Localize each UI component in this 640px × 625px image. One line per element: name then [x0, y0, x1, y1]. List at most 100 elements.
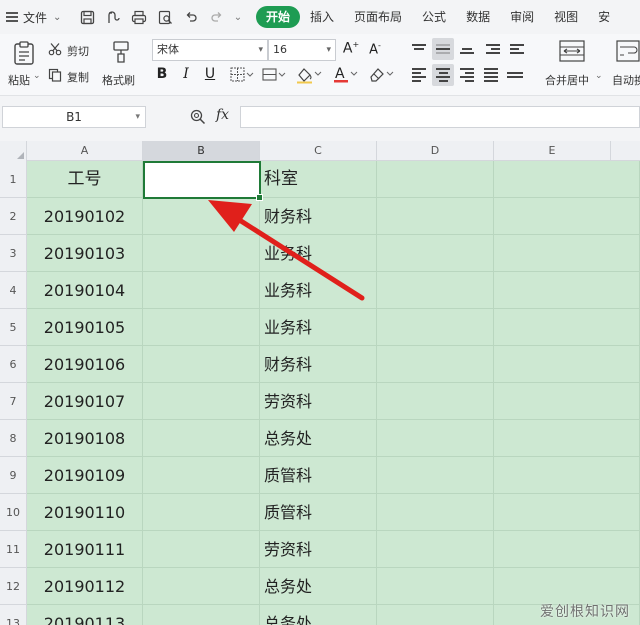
- align-center-icon[interactable]: [432, 64, 454, 86]
- borders-icon[interactable]: [230, 67, 254, 86]
- wrap-text-button[interactable]: 自动换: [610, 38, 640, 92]
- decrease-font-size-icon[interactable]: A-: [365, 41, 385, 57]
- cell-d5[interactable]: [377, 309, 494, 346]
- tab-view[interactable]: 视图: [544, 6, 588, 28]
- cell-c10[interactable]: 质管科: [260, 494, 377, 531]
- cell-d2[interactable]: [377, 198, 494, 235]
- format-painter-button[interactable]: 格式刷: [102, 38, 140, 92]
- insert-function-button[interactable]: fx: [216, 107, 229, 123]
- cell-b6[interactable]: [143, 346, 260, 383]
- row-header[interactable]: 2: [0, 198, 27, 235]
- name-box[interactable]: B1 ▾: [2, 106, 146, 128]
- align-right-icon[interactable]: [456, 64, 478, 86]
- row-header[interactable]: 5: [0, 309, 27, 346]
- cell-a7[interactable]: 20190107: [27, 383, 143, 420]
- formula-input[interactable]: [240, 106, 640, 128]
- cell-a13[interactable]: 20190113: [27, 605, 143, 625]
- font-name-select[interactable]: 宋体 ▾: [152, 39, 268, 61]
- row-header[interactable]: 9: [0, 457, 27, 494]
- cell-d6[interactable]: [377, 346, 494, 383]
- cell-d13[interactable]: [377, 605, 494, 625]
- cell-b9[interactable]: [143, 457, 260, 494]
- cell-e4[interactable]: [494, 272, 640, 309]
- increase-font-size-icon[interactable]: A+: [341, 40, 361, 57]
- column-header-c[interactable]: C: [260, 141, 377, 161]
- cell-b8[interactable]: [143, 420, 260, 457]
- font-color-icon[interactable]: A: [333, 64, 359, 87]
- distributed-align-icon[interactable]: [504, 64, 526, 86]
- copy-button[interactable]: 复制: [48, 66, 98, 86]
- cell-d3[interactable]: [377, 235, 494, 272]
- row-header[interactable]: 10: [0, 494, 27, 531]
- row-header[interactable]: 7: [0, 383, 27, 420]
- cell-d9[interactable]: [377, 457, 494, 494]
- cell-c12[interactable]: 总务处: [260, 568, 377, 605]
- cell-c5[interactable]: 业务科: [260, 309, 377, 346]
- cell-style-icon[interactable]: [262, 67, 286, 86]
- cell-b5[interactable]: [143, 309, 260, 346]
- cell-a3[interactable]: 20190103: [27, 235, 143, 272]
- column-header-a[interactable]: A: [27, 141, 143, 161]
- cell-c7[interactable]: 劳资科: [260, 383, 377, 420]
- cell-a10[interactable]: 20190110: [27, 494, 143, 531]
- italic-icon[interactable]: I: [176, 66, 196, 82]
- cell-a9[interactable]: 20190109: [27, 457, 143, 494]
- cut-button[interactable]: 剪切: [48, 40, 98, 60]
- cell-d11[interactable]: [377, 531, 494, 568]
- cell-e10[interactable]: [494, 494, 640, 531]
- chevron-down-icon[interactable]: ⌄: [232, 6, 244, 28]
- align-middle-icon[interactable]: [432, 38, 454, 60]
- cell-b11[interactable]: [143, 531, 260, 568]
- cell-b13[interactable]: [143, 605, 260, 625]
- tab-security[interactable]: 安: [588, 6, 610, 28]
- cell-a11[interactable]: 20190111: [27, 531, 143, 568]
- outdent-icon[interactable]: [506, 38, 528, 60]
- cell-d10[interactable]: [377, 494, 494, 531]
- select-all-button[interactable]: [0, 141, 27, 161]
- cell-c9[interactable]: 质管科: [260, 457, 377, 494]
- tab-review[interactable]: 审阅: [500, 6, 544, 28]
- cell-c13[interactable]: 总务处: [260, 605, 377, 625]
- row-header[interactable]: 11: [0, 531, 27, 568]
- cell-e9[interactable]: [494, 457, 640, 494]
- clear-format-icon[interactable]: [368, 66, 394, 87]
- align-top-icon[interactable]: [408, 38, 430, 60]
- print-preview-icon[interactable]: [154, 6, 176, 28]
- tab-insert[interactable]: 插入: [300, 6, 344, 28]
- undo-icon[interactable]: [180, 6, 202, 28]
- indent-icon[interactable]: [482, 38, 504, 60]
- merge-center-button[interactable]: 合并居中 ⌄: [545, 38, 605, 92]
- cell-e1[interactable]: [494, 161, 640, 198]
- cell-a5[interactable]: 20190105: [27, 309, 143, 346]
- file-menu[interactable]: 文件 ⌄: [6, 9, 76, 26]
- cell-c6[interactable]: 财务科: [260, 346, 377, 383]
- row-header[interactable]: 3: [0, 235, 27, 272]
- column-header-d[interactable]: D: [377, 141, 494, 161]
- redo-icon[interactable]: [206, 6, 228, 28]
- tab-home[interactable]: 开始: [256, 6, 301, 28]
- column-header-b[interactable]: B: [143, 141, 260, 161]
- cell-a1[interactable]: 工号: [27, 161, 143, 198]
- bold-icon[interactable]: B: [152, 66, 172, 82]
- justify-icon[interactable]: [480, 64, 502, 86]
- underline-icon[interactable]: U: [200, 66, 220, 82]
- cell-e2[interactable]: [494, 198, 640, 235]
- row-header[interactable]: 4: [0, 272, 27, 309]
- fill-color-icon[interactable]: [296, 66, 322, 87]
- tab-formulas[interactable]: 公式: [412, 6, 456, 28]
- cell-d12[interactable]: [377, 568, 494, 605]
- font-size-select[interactable]: 16 ▾: [268, 39, 336, 61]
- row-header[interactable]: 12: [0, 568, 27, 605]
- cell-b10[interactable]: [143, 494, 260, 531]
- cell-e12[interactable]: [494, 568, 640, 605]
- column-header-f[interactable]: [611, 141, 640, 161]
- zoom-icon[interactable]: [190, 109, 206, 125]
- cell-a6[interactable]: 20190106: [27, 346, 143, 383]
- align-bottom-icon[interactable]: [456, 38, 478, 60]
- cell-b7[interactable]: [143, 383, 260, 420]
- cell-a12[interactable]: 20190112: [27, 568, 143, 605]
- cell-a2[interactable]: 20190102: [27, 198, 143, 235]
- paste-button[interactable]: 粘贴 ⌄: [6, 38, 42, 92]
- cell-e8[interactable]: [494, 420, 640, 457]
- cell-e7[interactable]: [494, 383, 640, 420]
